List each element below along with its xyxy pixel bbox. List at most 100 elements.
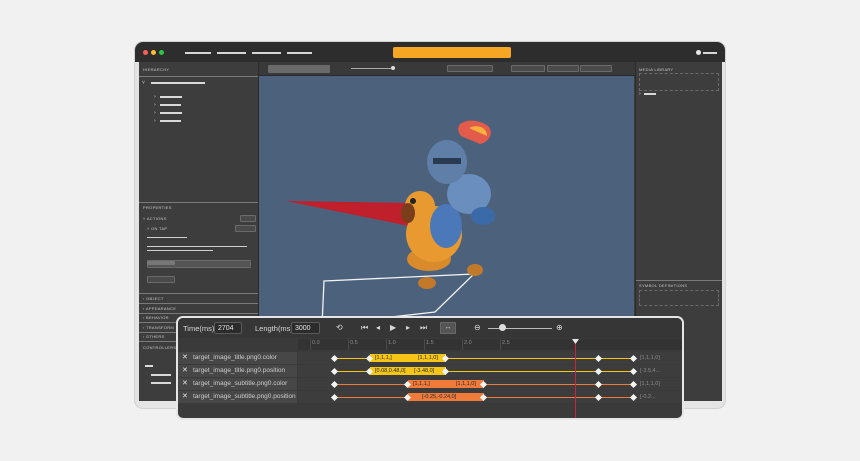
action-button[interactable] bbox=[147, 276, 175, 283]
keyframe[interactable] bbox=[629, 367, 638, 376]
controller-item[interactable] bbox=[151, 382, 171, 384]
segment-end-value: [-3.48,0] bbox=[414, 368, 435, 374]
hierarchy-item[interactable] bbox=[160, 96, 182, 98]
section-others[interactable]: › OTHERS bbox=[143, 334, 165, 339]
step-back-icon[interactable]: ◂ bbox=[376, 323, 380, 333]
keyframe[interactable] bbox=[330, 380, 339, 389]
chevron-right-icon[interactable]: › bbox=[639, 89, 641, 99]
symbol-drop-area[interactable] bbox=[639, 290, 719, 306]
keyframe-segment[interactable]: [1,1,1,] [1,1,1,0] bbox=[408, 380, 484, 388]
track-end-value: [1,1,1,0] bbox=[640, 381, 660, 387]
segment-start-value: [0.08,0.48,0] bbox=[375, 368, 406, 374]
track-name-row[interactable]: ✕ target_image_title.png0.color bbox=[178, 352, 297, 364]
remove-track-icon[interactable]: ✕ bbox=[182, 352, 188, 364]
keyframe[interactable] bbox=[330, 393, 339, 402]
track-name: target_image_subtitle.png0.color bbox=[193, 380, 288, 387]
keyframe[interactable] bbox=[330, 367, 339, 376]
time-input[interactable]: 2704 bbox=[214, 322, 242, 334]
keyframe-segment[interactable]: [1,1,1,] [1,1,1,0] bbox=[370, 354, 446, 362]
scene-viewport[interactable] bbox=[259, 76, 634, 342]
skip-start-icon[interactable]: ⏮ bbox=[361, 323, 368, 333]
close-window-button[interactable] bbox=[143, 50, 148, 55]
track-name-row[interactable]: ✕ target_image_title.png0.position bbox=[178, 365, 297, 377]
chevron-down-icon[interactable]: ˅ bbox=[142, 78, 145, 88]
maximize-window-button[interactable] bbox=[159, 50, 164, 55]
playhead[interactable] bbox=[572, 339, 579, 418]
divider bbox=[139, 202, 258, 203]
add-action-button[interactable] bbox=[240, 215, 256, 222]
section-object[interactable]: › OBJECT bbox=[143, 296, 164, 301]
media-drop-area[interactable] bbox=[639, 73, 719, 91]
section-behavior[interactable]: › BEHAVIOR bbox=[143, 315, 169, 320]
hierarchy-item[interactable] bbox=[160, 120, 181, 122]
zoom-slider-handle[interactable] bbox=[499, 324, 506, 331]
keyframe-segment[interactable]: [0.08,0.48,0] [-3.48,0] bbox=[370, 367, 446, 375]
ruler-tick bbox=[424, 339, 425, 350]
user-avatar[interactable] bbox=[696, 50, 701, 55]
keyframe[interactable] bbox=[594, 367, 603, 376]
keyframe[interactable] bbox=[594, 354, 603, 363]
keyframe[interactable] bbox=[594, 380, 603, 389]
viewport-zoom-slider[interactable] bbox=[351, 68, 391, 69]
remove-track-icon[interactable]: ✕ bbox=[182, 365, 188, 377]
actions-section[interactable]: ˅ ACTIONS bbox=[143, 216, 167, 221]
track-row[interactable]: [0.08,0.48,0] [-3.48,0] [-3.5,4... bbox=[298, 365, 682, 377]
zoom-slider[interactable] bbox=[488, 328, 552, 329]
on-tap-dropdown[interactable] bbox=[235, 225, 256, 232]
fit-icon[interactable]: ↔ bbox=[440, 322, 456, 334]
keyframe[interactable] bbox=[629, 354, 638, 363]
title-bar bbox=[135, 42, 725, 62]
active-project-tab[interactable] bbox=[393, 47, 511, 58]
track-name-row[interactable]: ✕ target_image_subtitle.png0.position bbox=[178, 391, 297, 403]
keyframe[interactable] bbox=[629, 380, 638, 389]
media-item[interactable] bbox=[644, 93, 656, 95]
menu-item-1[interactable] bbox=[185, 52, 211, 54]
keyframe[interactable] bbox=[629, 393, 638, 402]
minimize-window-button[interactable] bbox=[151, 50, 156, 55]
skip-end-icon[interactable]: ⏭ bbox=[420, 323, 427, 333]
zoom-in-icon[interactable]: ⊕ bbox=[556, 323, 563, 333]
ruler-label: 2.5 bbox=[502, 340, 510, 346]
keyframe-segment[interactable]: [-0.25,-0.24,0] bbox=[408, 393, 484, 401]
keyframe[interactable] bbox=[594, 393, 603, 402]
viewport-zoom-handle[interactable] bbox=[391, 66, 395, 70]
zoom-out-icon[interactable]: ⊖ bbox=[474, 323, 481, 333]
play-icon[interactable]: ▶ bbox=[390, 323, 396, 333]
keyframe[interactable] bbox=[330, 354, 339, 363]
divider bbox=[139, 76, 258, 77]
track-row[interactable]: [1,1,1,] [1,1,1,0] [1,1,1,0] bbox=[298, 378, 682, 390]
on-tap-section[interactable]: ˅ ON TAP bbox=[147, 226, 167, 231]
step-forward-icon[interactable]: ▸ bbox=[406, 323, 410, 333]
menu-item-3[interactable] bbox=[252, 52, 281, 54]
chevron-right-icon[interactable]: › bbox=[154, 116, 156, 126]
loop-icon[interactable]: ⟲ bbox=[336, 323, 343, 333]
length-input[interactable]: 3000 bbox=[291, 322, 320, 334]
controller-item[interactable] bbox=[151, 374, 171, 376]
menu-item-2[interactable] bbox=[217, 52, 246, 54]
section-transform[interactable]: › TRANSFORM bbox=[143, 325, 174, 330]
track-name-row[interactable]: ✕ target_image_subtitle.png0.color bbox=[178, 378, 297, 390]
menu-item-4[interactable] bbox=[287, 52, 312, 54]
hierarchy-item[interactable] bbox=[160, 104, 181, 106]
ruler-label: 1.0 bbox=[388, 340, 396, 346]
media-library-title: MEDIA LIBRARY bbox=[639, 67, 674, 72]
view-mode-segmented-control[interactable] bbox=[268, 65, 330, 73]
controller-item[interactable] bbox=[145, 365, 153, 367]
track-end-value: [-3.5,4... bbox=[640, 368, 661, 374]
toolbar-button[interactable] bbox=[447, 65, 493, 72]
section-appearance[interactable]: › APPEARANCE bbox=[143, 306, 176, 311]
track-row[interactable]: [1,1,1,] [1,1,1,0] [1,1,1,0] bbox=[298, 352, 682, 364]
segment-start-value: [1,1,1,] bbox=[413, 381, 430, 387]
hierarchy-item[interactable] bbox=[160, 112, 182, 114]
segment-end-value: [1,1,1,0] bbox=[456, 381, 476, 387]
hierarchy-root[interactable] bbox=[151, 82, 205, 84]
track-row[interactable]: [-0.25,-0.24,0] [-0.2... bbox=[298, 391, 682, 403]
action-line bbox=[147, 246, 247, 247]
remove-track-icon[interactable]: ✕ bbox=[182, 378, 188, 390]
toolbar-button[interactable] bbox=[547, 65, 579, 72]
time-ruler[interactable]: 0.0 0.5 1.0 1.5 2.0 2.5 bbox=[298, 339, 682, 350]
toolbar-button[interactable] bbox=[580, 65, 612, 72]
remove-track-icon[interactable]: ✕ bbox=[182, 391, 188, 403]
user-menu[interactable] bbox=[703, 52, 717, 54]
toolbar-button[interactable] bbox=[511, 65, 545, 72]
